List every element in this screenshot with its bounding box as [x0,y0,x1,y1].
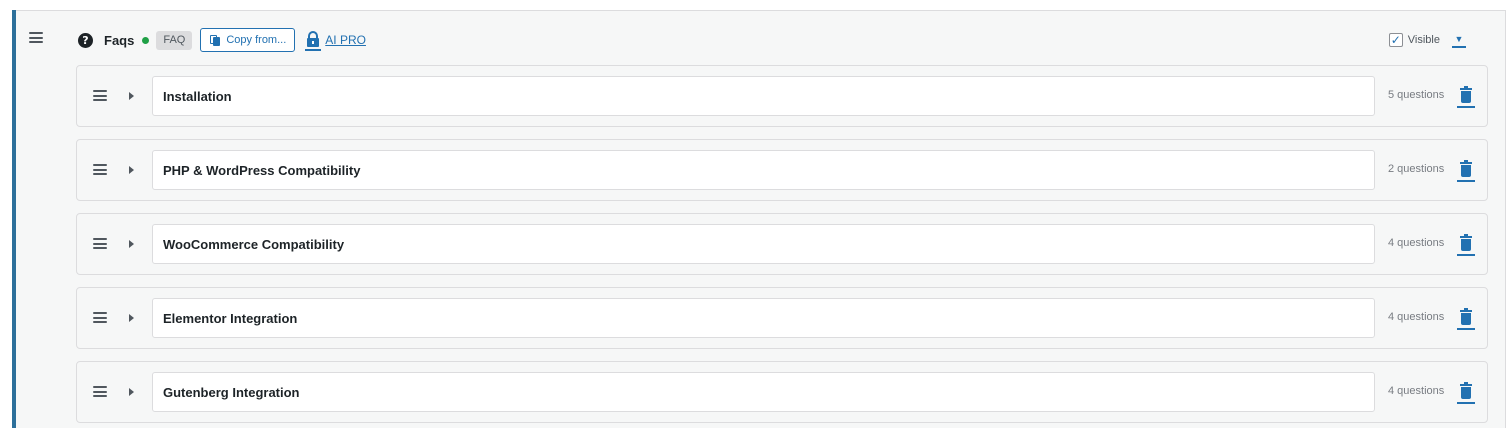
faq-group-title-input[interactable] [152,150,1375,190]
faq-group-row: 5 questions [76,65,1488,127]
lock-icon [305,29,322,51]
status-indicator-dot [142,36,150,44]
section-accent-bar [12,10,16,428]
trash-icon[interactable] [1457,86,1475,108]
copy-icon [210,34,221,46]
faq-group-list: 5 questions 2 questions 4 questions 4 qu… [76,65,1488,435]
caret-right-icon[interactable] [129,388,134,396]
visible-checkbox[interactable]: ✓ [1388,33,1403,47]
question-count: 4 questions [1388,385,1445,397]
caret-right-icon[interactable] [129,314,134,322]
trash-icon[interactable] [1457,382,1475,404]
faq-group-row: 4 questions [76,287,1488,349]
visible-label: Visible [1407,34,1440,46]
ai-pro-link[interactable]: AI PRO [305,28,366,52]
drag-handle-icon[interactable] [93,90,107,101]
trash-icon[interactable] [1457,160,1475,182]
section-title: Faqs [104,32,135,48]
drag-handle-icon[interactable] [93,312,107,323]
faq-group-title-input[interactable] [152,224,1375,264]
caret-down-icon[interactable]: ▼ [1452,32,1466,48]
faq-group-row: 4 questions [76,213,1488,275]
caret-right-icon[interactable] [129,92,134,100]
help-icon[interactable]: ? [78,32,93,48]
caret-right-icon[interactable] [129,240,134,248]
section-type-badge: FAQ [156,30,193,50]
question-count: 2 questions [1388,163,1445,175]
faq-group-title-input[interactable] [152,76,1375,116]
question-count: 4 questions [1388,237,1445,249]
visibility-control: ✓ Visible ▼ [1388,28,1466,52]
faq-group-title-input[interactable] [152,298,1375,338]
ai-pro-label: AI PRO [325,33,366,47]
copy-from-button[interactable]: Copy from... [200,28,296,52]
drag-handle-icon[interactable] [93,238,107,249]
section-header: ? Faqs FAQ Copy from... AI PRO ✓ Visible… [78,28,1488,52]
section-drag-handle-icon[interactable] [29,32,43,43]
faq-group-row: 4 questions [76,361,1488,423]
question-count: 5 questions [1388,89,1445,101]
drag-handle-icon[interactable] [93,386,107,397]
trash-icon[interactable] [1457,308,1475,330]
faq-group-row: 2 questions [76,139,1488,201]
trash-icon[interactable] [1457,234,1475,256]
faq-group-title-input[interactable] [152,372,1375,412]
question-count: 4 questions [1388,311,1445,323]
drag-handle-icon[interactable] [93,164,107,175]
copy-from-label: Copy from... [226,34,287,46]
caret-right-icon[interactable] [129,166,134,174]
